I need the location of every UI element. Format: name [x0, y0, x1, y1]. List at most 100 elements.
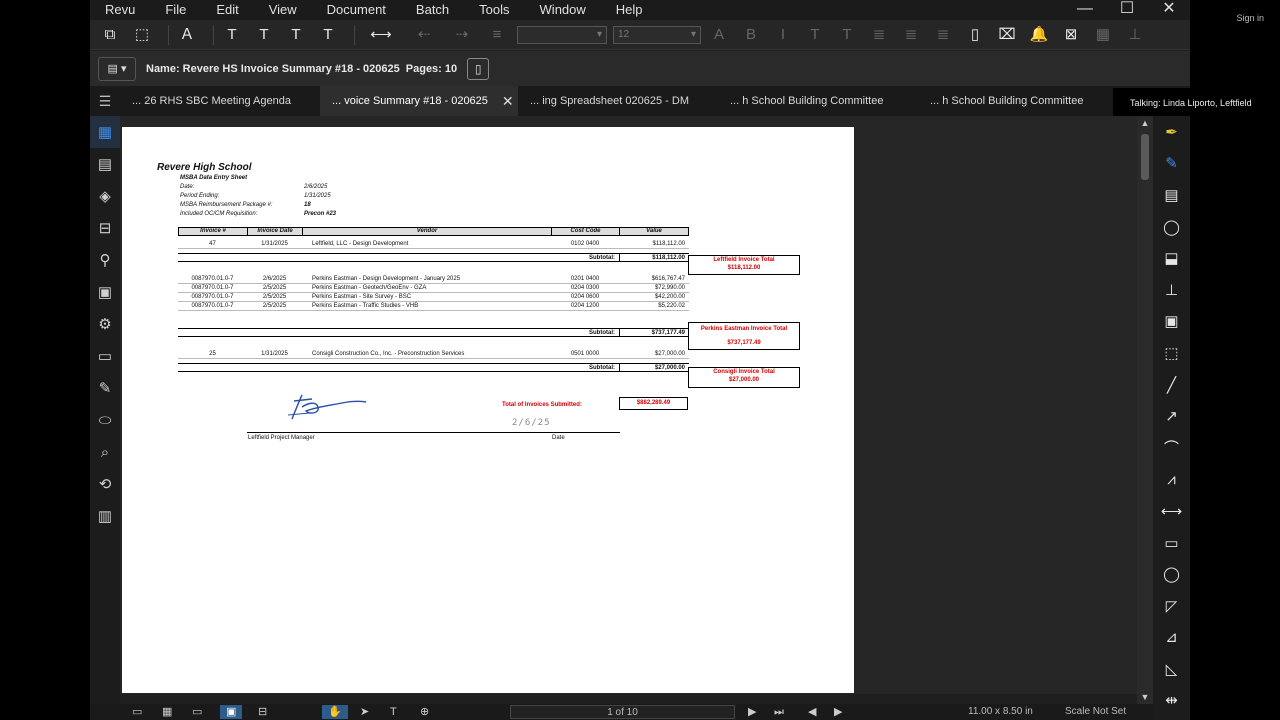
page-setup-icon[interactable]: ▯	[467, 57, 490, 80]
polyline-icon[interactable]: ⩘	[1153, 464, 1190, 496]
layout-icon[interactable]: ▦	[1091, 23, 1115, 47]
underline-icon[interactable]: T	[803, 23, 827, 47]
font-color-icon[interactable]: A	[707, 23, 731, 47]
bell-icon[interactable]: 🔔	[1027, 23, 1051, 47]
signatures-icon[interactable]: ✎	[90, 372, 120, 404]
font-size-select[interactable]: 12 ▾	[613, 25, 701, 44]
menu-document[interactable]: Document	[312, 0, 401, 20]
measure-icon[interactable]: ⊠	[1059, 23, 1083, 47]
text-strike-icon[interactable]: T	[284, 23, 308, 47]
stamp-icon[interactable]: ⊥	[1123, 23, 1147, 47]
stamp-tool-icon[interactable]: ⊥	[1153, 274, 1190, 306]
scroll-down-icon[interactable]: ▼	[1137, 690, 1153, 704]
menu-view[interactable]: View	[254, 0, 312, 20]
image-icon[interactable]: ▣	[1153, 306, 1190, 338]
scale-status[interactable]: Scale Not Set	[1065, 705, 1126, 719]
bookmarks-icon[interactable]: ▤	[90, 148, 120, 180]
layers-icon[interactable]: ◈	[90, 180, 120, 212]
snap-icon[interactable]: ▦	[162, 705, 172, 719]
maximize-button[interactable]: ☐	[1106, 0, 1148, 20]
font-family-select[interactable]: ▾	[517, 25, 607, 44]
snapshot-icon[interactable]: ⬚	[130, 23, 154, 47]
text-insert-icon[interactable]: T	[316, 23, 340, 47]
markup-icon[interactable]: ▣	[220, 705, 243, 719]
tab-building-committee-2[interactable]: ... h School Building Committee	[918, 86, 1118, 116]
document-canvas[interactable]: Revere High School MSBA Data Entry Sheet…	[120, 116, 1147, 694]
back-icon[interactable]: ◀	[808, 705, 816, 719]
spell-check-icon[interactable]: Ａ	[175, 23, 199, 47]
tab-list-menu-icon[interactable]: ☰	[90, 86, 120, 116]
select-text-icon[interactable]: ⧉	[98, 23, 122, 47]
text-underline-icon[interactable]: T	[252, 23, 276, 47]
area-measure-icon[interactable]: ⊿	[1153, 622, 1190, 654]
close-window-button[interactable]: ✕	[1148, 0, 1190, 20]
callout-icon[interactable]: ⬓	[1153, 242, 1190, 274]
align-left-icon[interactable]: ≣	[867, 23, 891, 47]
strikethrough-icon[interactable]: T	[835, 23, 859, 47]
line-end-icon[interactable]: ⇢	[447, 23, 477, 47]
length-measure-icon[interactable]: ⇹	[1153, 685, 1190, 717]
vertical-scrollbar[interactable]: ▲ ▼	[1137, 116, 1153, 704]
polygon-icon[interactable]: ◸	[1153, 590, 1190, 622]
measurements-icon[interactable]: ▭	[90, 340, 120, 372]
arc-icon[interactable]: ⌒	[1153, 432, 1190, 464]
pen-icon[interactable]: ✒	[1153, 116, 1190, 148]
menu-tools[interactable]: Tools	[464, 0, 524, 20]
line-dash-icon[interactable]: ⇠	[409, 23, 439, 47]
rectangle-icon[interactable]: ▭	[1153, 527, 1190, 559]
settings-icon[interactable]: ⚙	[90, 308, 120, 340]
ellipse-icon[interactable]: ◯	[1153, 558, 1190, 590]
tab-spreadsheet[interactable]: ... ing Spreadsheet 020625 - DM	[518, 86, 718, 116]
menu-help[interactable]: Help	[601, 0, 658, 20]
properties-icon[interactable]: ⚲	[90, 244, 120, 276]
close-icon[interactable]: ✕	[502, 93, 514, 110]
sheet-icon[interactable]: ▣	[90, 276, 120, 308]
forms-icon[interactable]: ▥	[90, 500, 120, 532]
highlighter-icon[interactable]: ✎	[1153, 148, 1190, 180]
arrow-icon[interactable]: ↗	[1153, 400, 1190, 432]
page-indicator[interactable]: 1 of 10	[510, 705, 735, 719]
sketch-icon[interactable]: ◺	[1153, 653, 1190, 685]
italic-icon[interactable]: I	[771, 23, 795, 47]
dimension-icon[interactable]: ⟷	[1153, 495, 1190, 527]
scroll-thumb[interactable]	[1141, 134, 1149, 180]
new-page-icon[interactable]: ▯	[963, 23, 987, 47]
bold-icon[interactable]: B	[739, 23, 763, 47]
text-box-icon[interactable]: ▤	[1153, 179, 1190, 211]
grid-icon[interactable]: ▭	[132, 705, 142, 719]
clear-format-icon[interactable]: T	[220, 23, 244, 47]
menu-edit[interactable]: Edit	[201, 0, 253, 20]
search-icon[interactable]: ⌕	[90, 436, 120, 468]
zoom-icon[interactable]: ⊕	[420, 705, 429, 719]
menu-window[interactable]: Window	[525, 0, 601, 20]
scroll-up-icon[interactable]: ▲	[1137, 116, 1153, 130]
align-center-icon[interactable]: ≣	[899, 23, 923, 47]
sync-icon[interactable]: ⊟	[258, 705, 267, 719]
tab-building-committee-1[interactable]: ... h School Building Committee	[718, 86, 918, 116]
align-right-icon[interactable]: ≣	[931, 23, 955, 47]
links-icon[interactable]: ⟲	[90, 468, 120, 500]
crop-region-icon[interactable]: ⬚	[1153, 337, 1190, 369]
tab-invoice-summary[interactable]: ... voice Summary #18 - 020625 ✕	[320, 86, 518, 116]
tag-icon[interactable]: ⬭	[90, 404, 120, 436]
toolchest-icon[interactable]: ⊟	[90, 212, 120, 244]
document-properties-dropdown[interactable]: ▤ ▾	[98, 56, 136, 81]
pdf-page[interactable]: Revere High School MSBA Data Entry Sheet…	[122, 127, 854, 693]
next-page-icon[interactable]: ▶	[748, 705, 756, 719]
tab-meeting-agenda[interactable]: ... 26 RHS SBC Meeting Agenda	[120, 86, 320, 116]
crop-icon[interactable]: ⌧	[995, 23, 1019, 47]
line-style-icon[interactable]: ⟷	[361, 23, 401, 47]
thumbnails-icon[interactable]: ▦	[90, 116, 120, 148]
minimize-button[interactable]: —	[1064, 0, 1106, 20]
pan-icon[interactable]: ✋	[322, 705, 348, 719]
line-width-icon[interactable]: ≡	[485, 23, 509, 47]
sign-in-link[interactable]: Sign in	[1236, 13, 1264, 23]
cloud-icon[interactable]: ◯	[1153, 211, 1190, 243]
menu-batch[interactable]: Batch	[401, 0, 464, 20]
content-icon[interactable]: ▭	[192, 705, 202, 719]
forward-icon[interactable]: ▶	[834, 705, 842, 719]
select-text-tool-icon[interactable]: T	[390, 705, 397, 719]
menu-file[interactable]: File	[150, 0, 201, 20]
menu-revu[interactable]: Revu	[90, 0, 150, 20]
last-page-icon[interactable]: ⏭	[774, 705, 784, 719]
